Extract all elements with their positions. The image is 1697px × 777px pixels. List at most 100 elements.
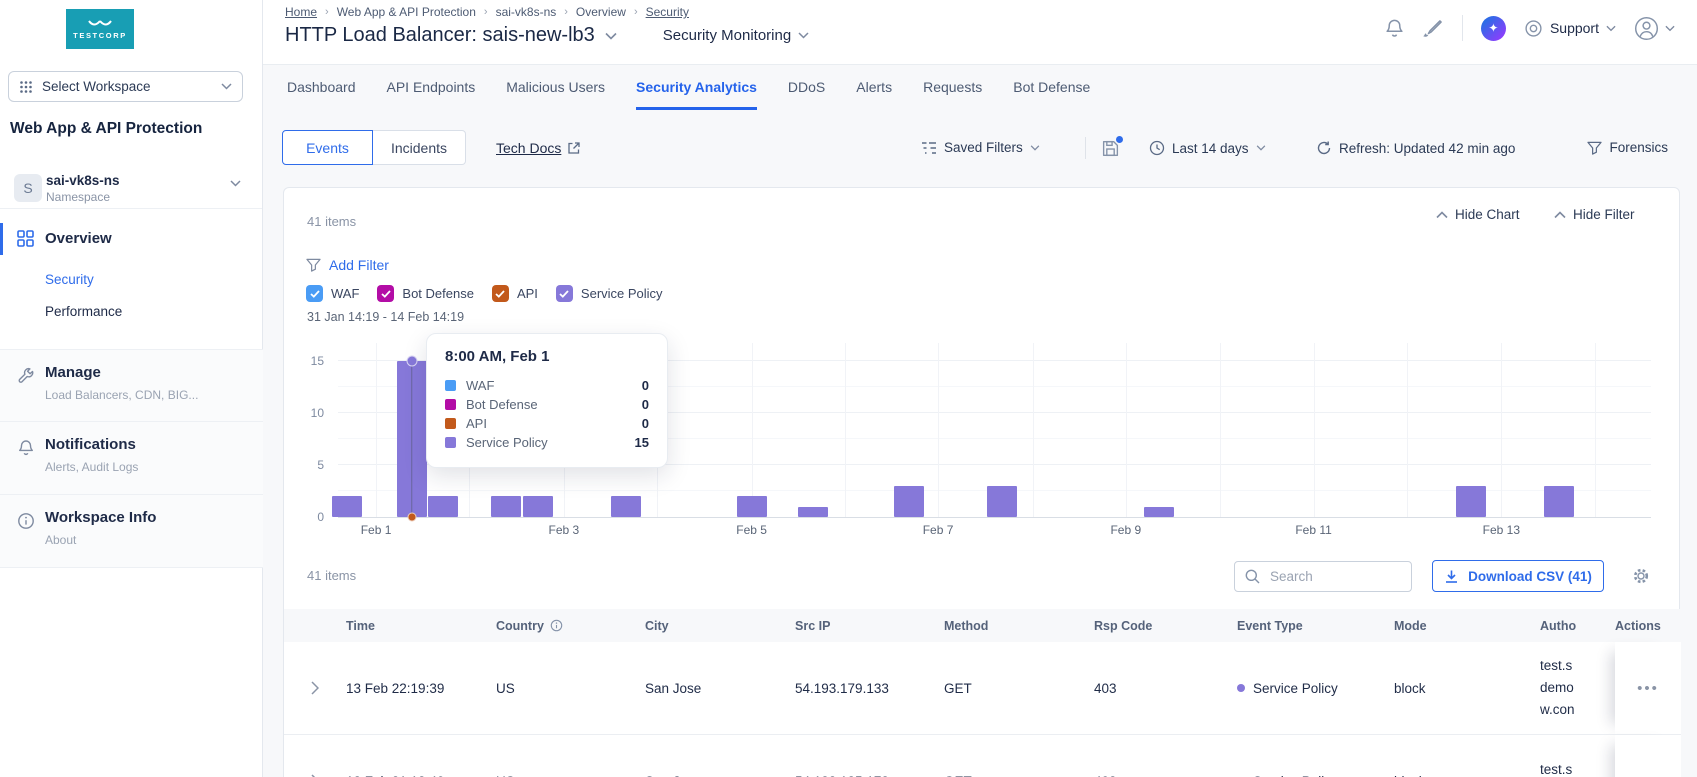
sidebar-item-overview-label: Overview <box>45 230 112 247</box>
bot-defense-checkbox[interactable] <box>377 285 395 302</box>
col-city[interactable]: City <box>645 619 795 633</box>
forensics-button[interactable]: Forensics <box>1587 140 1668 155</box>
waf-checkbox[interactable] <box>306 285 323 302</box>
tooltip-value: 0 <box>641 378 649 393</box>
tooltip-title: 8:00 AM, Feb 1 <box>445 348 550 365</box>
chart-bar[interactable] <box>1544 485 1575 517</box>
cell-event-type: Service Policy <box>1237 681 1394 696</box>
notifications-bell-icon[interactable] <box>1384 18 1405 39</box>
namespace-selector[interactable]: S sai-vk8s-ns Namespace <box>8 172 255 212</box>
col-time[interactable]: Time <box>346 619 496 633</box>
breadcrumb-security[interactable]: Security <box>646 5 689 19</box>
col-country[interactable]: Country <box>496 619 645 633</box>
col-event-type[interactable]: Event Type <box>1237 619 1394 633</box>
gridline <box>1125 343 1127 517</box>
hide-chart-button[interactable]: Hide Chart <box>1436 207 1520 222</box>
search-input[interactable] <box>1268 568 1392 585</box>
sidebar-item-overview[interactable]: Overview <box>0 221 262 257</box>
sidebar-item-notifications[interactable]: Notifications Alerts, Audit Logs <box>0 421 263 494</box>
breadcrumb-overview[interactable]: Overview <box>576 5 626 19</box>
y-axis-tick-label: 15 <box>310 354 324 369</box>
chevron-up-icon <box>1436 210 1448 218</box>
context-selector[interactable]: Security Monitoring <box>663 27 809 44</box>
events-toggle-button[interactable]: Events <box>282 130 373 165</box>
tab-security-analytics[interactable]: Security Analytics <box>636 65 757 110</box>
chart-bar[interactable] <box>1143 506 1174 517</box>
api-checkbox[interactable] <box>491 285 509 302</box>
forensics-label: Forensics <box>1609 140 1668 155</box>
chart-bar[interactable] <box>428 496 459 517</box>
cell-mode: block <box>1394 774 1540 777</box>
sidebar-item-manage-label: Manage <box>45 364 101 381</box>
breadcrumb-separator: › <box>564 6 568 18</box>
col-rsp-code[interactable]: Rsp Code <box>1094 619 1237 633</box>
clock-icon <box>1149 140 1165 156</box>
tab-alerts[interactable]: Alerts <box>856 65 892 110</box>
sidebar-item-manage[interactable]: Manage Load Balancers, CDN, BIG... <box>0 349 263 421</box>
theme-brush-icon[interactable] <box>1423 18 1444 39</box>
hide-filter-button[interactable]: Hide Filter <box>1554 207 1635 222</box>
add-filter-button[interactable]: Add Filter <box>306 257 389 273</box>
row-actions-menu-icon[interactable]: ••• <box>1637 680 1659 697</box>
col-src-ip[interactable]: Src IP <box>795 619 944 633</box>
refresh-button[interactable]: Refresh: Updated 42 min ago <box>1316 140 1515 156</box>
tooltip-row: WAF 0 <box>445 376 649 395</box>
tab-ddos[interactable]: DDoS <box>788 65 825 110</box>
tooltip-row: API 0 <box>445 414 649 433</box>
sidebar-item-security[interactable]: Security <box>45 272 94 287</box>
row-actions-menu-icon[interactable]: ••• <box>1637 773 1659 777</box>
sidebar-item-performance[interactable]: Performance <box>45 304 122 319</box>
tab-api-endpoints[interactable]: API Endpoints <box>387 65 476 110</box>
breadcrumb-home[interactable]: Home <box>285 5 317 19</box>
col-authority[interactable]: Autho <box>1540 619 1615 633</box>
user-menu[interactable] <box>1634 16 1675 41</box>
chart-bar[interactable] <box>610 496 641 517</box>
chart-bar[interactable] <box>894 485 925 517</box>
row-expander-icon[interactable] <box>284 681 346 695</box>
legend-item-service-policy[interactable]: Service Policy <box>555 285 663 302</box>
col-mode[interactable]: Mode <box>1394 619 1540 633</box>
chevron-down-icon <box>1665 25 1675 31</box>
download-csv-button[interactable]: Download CSV (41) <box>1432 560 1604 592</box>
tab-requests[interactable]: Requests <box>923 65 982 110</box>
sidebar-item-workspace-info[interactable]: Workspace Info About <box>0 494 263 568</box>
cell-rsp-code: 403 <box>1094 680 1117 696</box>
y-axis-tick-label: 5 <box>317 458 324 473</box>
table-settings-gear-icon[interactable] <box>1632 567 1650 585</box>
chart-bar[interactable] <box>332 496 363 517</box>
chart-bar[interactable] <box>522 496 553 517</box>
chart-bar[interactable] <box>987 485 1018 517</box>
page-title: HTTP Load Balancer: sais-new-lb3 <box>285 24 595 46</box>
legend-item-bot-defense[interactable]: Bot Defense <box>377 285 474 302</box>
title-row: HTTP Load Balancer: sais-new-lb3 Securit… <box>285 24 809 47</box>
ai-assistant-icon[interactable]: ✦ <box>1480 15 1506 41</box>
service-policy-checkbox[interactable] <box>555 285 573 302</box>
lb-selector-chevron-icon[interactable] <box>605 32 617 40</box>
incidents-toggle-button[interactable]: Incidents <box>373 130 466 165</box>
chart-bar[interactable] <box>798 506 829 517</box>
time-range-dropdown[interactable]: Last 14 days <box>1149 140 1266 156</box>
cell-country: US <box>496 774 645 777</box>
support-menu[interactable]: Support <box>1524 19 1616 38</box>
workspace-selector[interactable]: Select Workspace <box>8 71 243 102</box>
namespace-label: Namespace <box>46 190 111 204</box>
tech-docs-link[interactable]: Tech Docs <box>496 140 581 156</box>
save-filter-button[interactable] <box>1101 136 1123 158</box>
tab-malicious-users[interactable]: Malicious Users <box>506 65 605 110</box>
col-method[interactable]: Method <box>944 619 1094 633</box>
chart-bar[interactable] <box>1456 485 1487 517</box>
breadcrumb-namespace[interactable]: sai-vk8s-ns <box>496 5 557 19</box>
tooltip-value: 0 <box>641 416 649 431</box>
col-actions[interactable]: Actions <box>1615 619 1681 633</box>
x-axis-tick-label: Feb 9 <box>1110 523 1142 537</box>
tab-bot-defense[interactable]: Bot Defense <box>1013 65 1090 110</box>
wings-icon <box>88 19 112 25</box>
saved-filters-dropdown[interactable]: Saved Filters <box>921 140 1040 155</box>
breadcrumb-waap[interactable]: Web App & API Protection <box>337 5 476 19</box>
chart-bar[interactable] <box>491 496 522 517</box>
tab-dashboard[interactable]: Dashboard <box>287 65 356 110</box>
chart-bar[interactable] <box>736 496 767 517</box>
cell-time: 13 Feb 21:18:40 <box>346 774 496 777</box>
legend-item-api[interactable]: API <box>491 285 538 302</box>
legend-item-waf[interactable]: WAF <box>306 285 359 302</box>
